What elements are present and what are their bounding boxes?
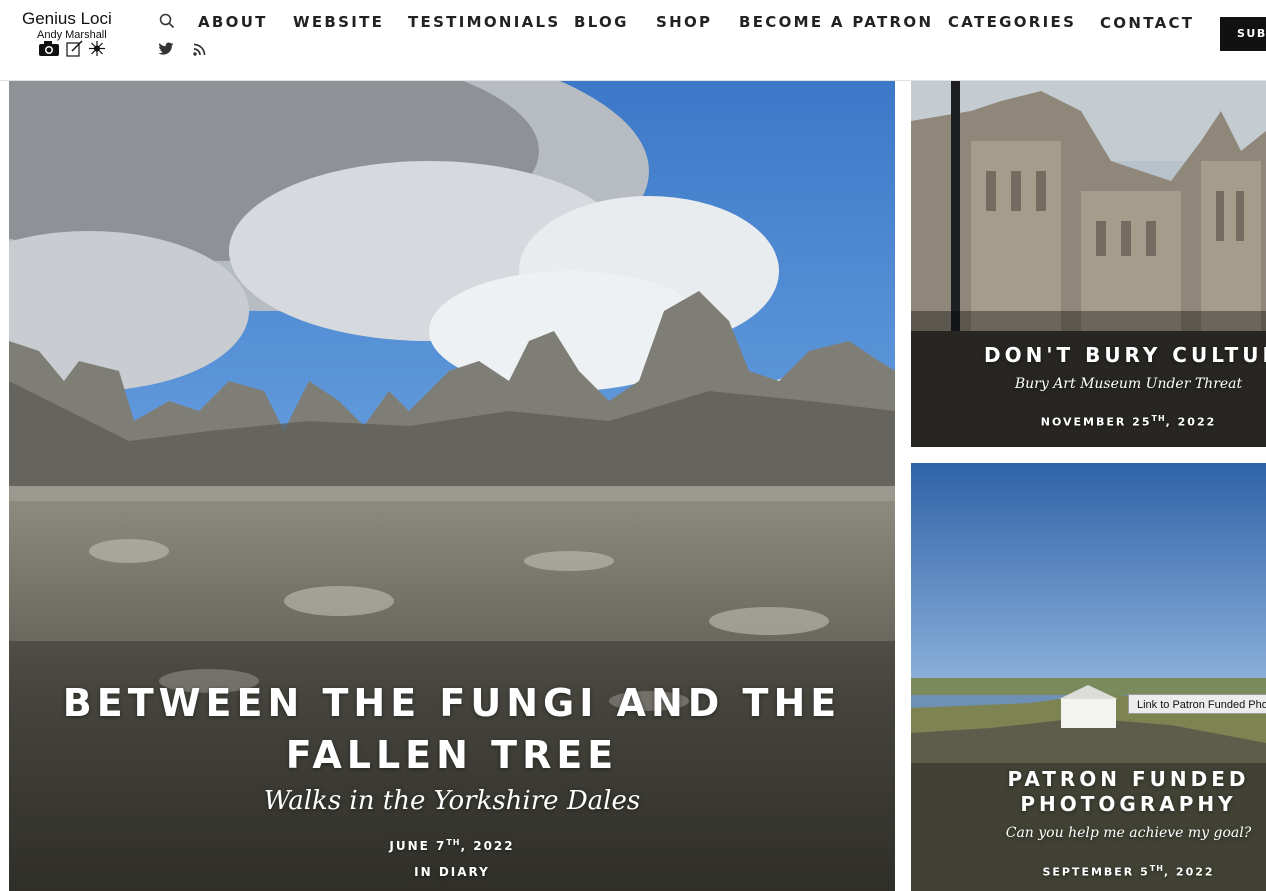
nav-website[interactable]: WEBSITE — [293, 13, 384, 31]
nav-about[interactable]: ABOUT — [198, 13, 268, 31]
camera-icon — [39, 41, 59, 56]
nav-testimonials[interactable]: TESTIMONIALS — [408, 13, 560, 31]
side-post-2-title-line-2: PHOTOGRAPHY — [1020, 792, 1237, 816]
side-post-card-1[interactable]: DON'T BURY CULTURE Bury Art Museum Under… — [911, 81, 1266, 447]
side-post-2-date: SEPTEMBER 5TH, 2022 — [951, 864, 1266, 879]
date-day: JUNE 7 — [389, 839, 447, 853]
featured-post-title-line-1: BETWEEN THE FUNGI AND THE — [62, 681, 842, 725]
category-link-diary[interactable]: DIARY — [439, 865, 490, 879]
site-logo[interactable]: Genius Loci Andy Marshall — [22, 9, 132, 57]
site-header: Genius Loci Andy Marshall ABOUT WEBSITE … — [0, 0, 1266, 81]
date-suffix: TH — [1149, 864, 1164, 873]
twitter-icon[interactable] — [158, 42, 174, 56]
rss-icon[interactable] — [193, 43, 206, 56]
featured-post-title-line-2: FALLEN TREE — [285, 733, 619, 777]
featured-post-date: JUNE 7TH, 2022 — [9, 838, 895, 853]
side-post-1-title[interactable]: DON'T BURY CULTURE — [984, 343, 1266, 367]
link-tooltip: Link to Patron Funded Photography — [1128, 694, 1266, 714]
date-suffix: TH — [446, 838, 461, 847]
side-post-card-2[interactable]: PATRON FUNDED PHOTOGRAPHY Can you help m… — [911, 463, 1266, 891]
subscribe-button[interactable]: SUBSCRIBE — [1220, 17, 1266, 51]
side-post-1-subtitle: Bury Art Museum Under Threat — [1014, 376, 1243, 392]
category-prefix: IN — [414, 865, 433, 879]
side-post-2-subtitle: Can you help me achieve my goal? — [1005, 825, 1252, 841]
nav-blog[interactable]: BLOG — [574, 13, 629, 31]
date-year: , 2022 — [460, 839, 515, 853]
date-year: , 2022 — [1163, 865, 1215, 879]
logo-title: Genius Loci — [22, 9, 112, 28]
featured-post-subtitle: Walks in the Yorkshire Dales — [263, 786, 641, 816]
featured-post-title[interactable]: BETWEEN THE FUNGI AND THE FALLEN TREE — [9, 677, 895, 781]
side-post-2-title[interactable]: PATRON FUNDED PHOTOGRAPHY — [951, 767, 1266, 817]
nav-contact[interactable]: CONTACT — [1100, 14, 1194, 32]
nav-categories[interactable]: CATEGORIES — [948, 13, 1076, 31]
nav-shop[interactable]: SHOP — [656, 13, 712, 31]
sparkle-icon — [89, 41, 105, 56]
featured-post-category: IN DIARY — [9, 865, 895, 879]
date-year: , 2022 — [1165, 415, 1217, 429]
date-day: SEPTEMBER 5 — [1042, 865, 1150, 879]
edit-icon — [66, 40, 83, 57]
search-icon[interactable] — [159, 13, 175, 29]
nav-become-a-patron[interactable]: BECOME A PATRON — [739, 13, 933, 31]
side-post-2-title-line-1: PATRON FUNDED — [1007, 767, 1250, 791]
featured-post-card[interactable]: BETWEEN THE FUNGI AND THE FALLEN TREE Wa… — [9, 81, 895, 891]
side-post-image-1 — [911, 81, 1266, 447]
date-suffix: TH — [1151, 414, 1166, 423]
side-post-1-date: NOVEMBER 25TH, 2022 — [941, 414, 1266, 429]
date-day: NOVEMBER 25 — [1040, 415, 1152, 429]
